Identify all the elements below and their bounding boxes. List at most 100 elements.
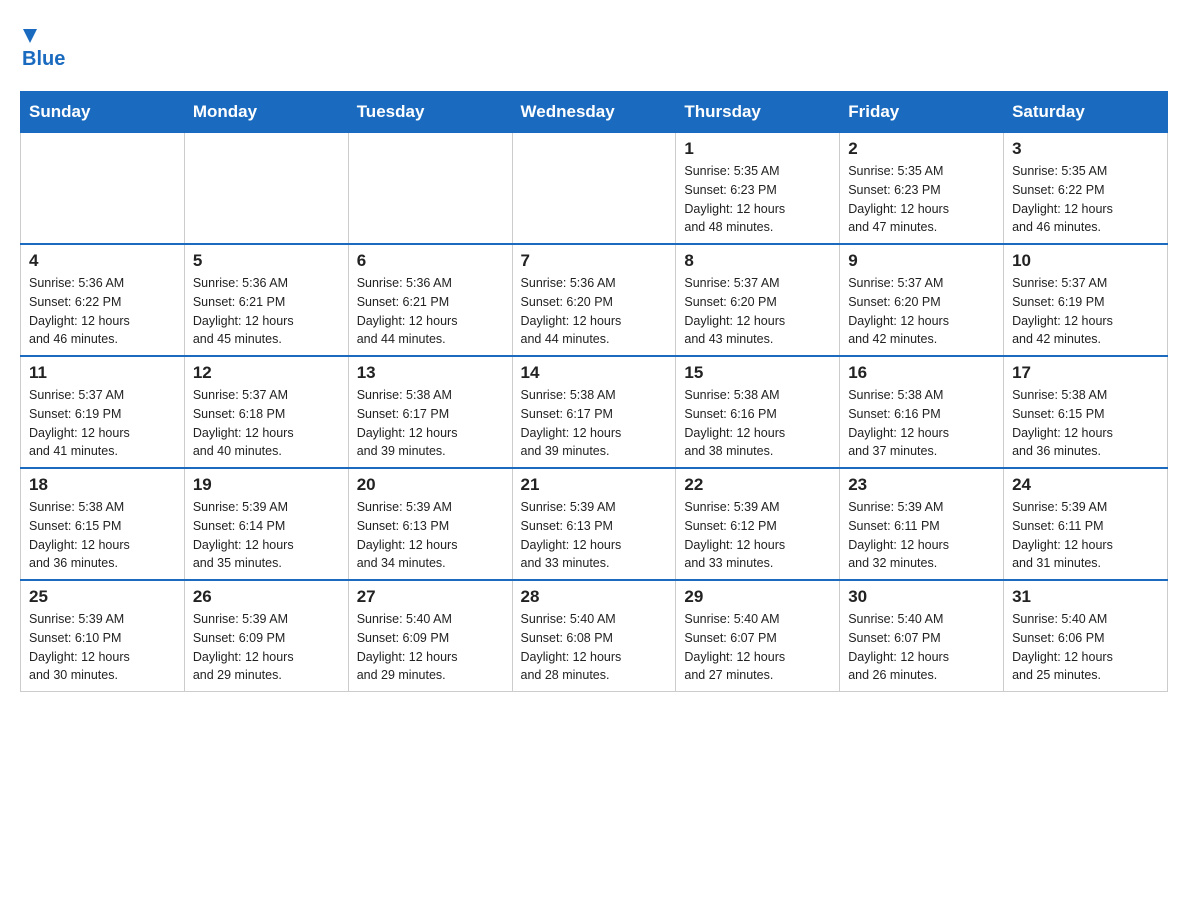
day-number: 17	[1012, 363, 1159, 383]
day-info: Sunrise: 5:37 AMSunset: 6:20 PMDaylight:…	[848, 274, 995, 349]
day-info: Sunrise: 5:38 AMSunset: 6:15 PMDaylight:…	[29, 498, 176, 573]
day-number: 8	[684, 251, 831, 271]
calendar-cell: 19 Sunrise: 5:39 AMSunset: 6:14 PMDayligh…	[184, 468, 348, 580]
calendar-table: SundayMondayTuesdayWednesdayThursdayFrid…	[20, 91, 1168, 692]
day-info: Sunrise: 5:40 AMSunset: 6:08 PMDaylight:…	[521, 610, 668, 685]
calendar-week-row: 25 Sunrise: 5:39 AMSunset: 6:10 PMDayligh…	[21, 580, 1168, 692]
day-number: 25	[29, 587, 176, 607]
day-number: 19	[193, 475, 340, 495]
weekday-header-wednesday: Wednesday	[512, 92, 676, 133]
calendar-cell: 23 Sunrise: 5:39 AMSunset: 6:11 PMDayligh…	[840, 468, 1004, 580]
calendar-cell: 11 Sunrise: 5:37 AMSunset: 6:19 PMDayligh…	[21, 356, 185, 468]
calendar-cell	[348, 133, 512, 245]
day-number: 18	[29, 475, 176, 495]
day-number: 10	[1012, 251, 1159, 271]
weekday-header-saturday: Saturday	[1004, 92, 1168, 133]
day-info: Sunrise: 5:39 AMSunset: 6:11 PMDaylight:…	[848, 498, 995, 573]
calendar-week-row: 1 Sunrise: 5:35 AMSunset: 6:23 PMDaylight…	[21, 133, 1168, 245]
day-info: Sunrise: 5:40 AMSunset: 6:07 PMDaylight:…	[848, 610, 995, 685]
day-number: 1	[684, 139, 831, 159]
calendar-cell: 5 Sunrise: 5:36 AMSunset: 6:21 PMDaylight…	[184, 244, 348, 356]
day-info: Sunrise: 5:40 AMSunset: 6:09 PMDaylight:…	[357, 610, 504, 685]
day-number: 26	[193, 587, 340, 607]
weekday-header-thursday: Thursday	[676, 92, 840, 133]
day-info: Sunrise: 5:39 AMSunset: 6:13 PMDaylight:…	[521, 498, 668, 573]
day-info: Sunrise: 5:39 AMSunset: 6:13 PMDaylight:…	[357, 498, 504, 573]
weekday-header-monday: Monday	[184, 92, 348, 133]
day-number: 20	[357, 475, 504, 495]
day-number: 3	[1012, 139, 1159, 159]
calendar-cell: 1 Sunrise: 5:35 AMSunset: 6:23 PMDaylight…	[676, 133, 840, 245]
calendar-body: 1 Sunrise: 5:35 AMSunset: 6:23 PMDaylight…	[21, 133, 1168, 692]
day-info: Sunrise: 5:37 AMSunset: 6:19 PMDaylight:…	[1012, 274, 1159, 349]
calendar-cell: 20 Sunrise: 5:39 AMSunset: 6:13 PMDayligh…	[348, 468, 512, 580]
page-header: Blue	[20, 20, 1168, 71]
calendar-cell: 25 Sunrise: 5:39 AMSunset: 6:10 PMDayligh…	[21, 580, 185, 692]
calendar-cell: 21 Sunrise: 5:39 AMSunset: 6:13 PMDayligh…	[512, 468, 676, 580]
day-info: Sunrise: 5:36 AMSunset: 6:20 PMDaylight:…	[521, 274, 668, 349]
day-number: 9	[848, 251, 995, 271]
calendar-cell: 4Sunrise: 5:36 AMSunset: 6:22 PMDaylight…	[21, 244, 185, 356]
day-info: Sunrise: 5:37 AMSunset: 6:19 PMDaylight:…	[29, 386, 176, 461]
day-number: 11	[29, 363, 176, 383]
day-info: Sunrise: 5:37 AMSunset: 6:18 PMDaylight:…	[193, 386, 340, 461]
calendar-cell: 17 Sunrise: 5:38 AMSunset: 6:15 PMDayligh…	[1004, 356, 1168, 468]
day-number: 5	[193, 251, 340, 271]
day-info: Sunrise: 5:39 AMSunset: 6:10 PMDaylight:…	[29, 610, 176, 685]
day-info: Sunrise: 5:35 AMSunset: 6:22 PMDaylight:…	[1012, 162, 1159, 237]
calendar-cell: 7 Sunrise: 5:36 AMSunset: 6:20 PMDaylight…	[512, 244, 676, 356]
day-info: Sunrise: 5:36 AMSunset: 6:21 PMDaylight:…	[357, 274, 504, 349]
day-info: Sunrise: 5:37 AMSunset: 6:20 PMDaylight:…	[684, 274, 831, 349]
day-info: Sunrise: 5:40 AMSunset: 6:06 PMDaylight:…	[1012, 610, 1159, 685]
calendar-cell: 24Sunrise: 5:39 AMSunset: 6:11 PMDayligh…	[1004, 468, 1168, 580]
weekday-header-row: SundayMondayTuesdayWednesdayThursdayFrid…	[21, 92, 1168, 133]
day-info: Sunrise: 5:38 AMSunset: 6:17 PMDaylight:…	[357, 386, 504, 461]
calendar-cell: 14Sunrise: 5:38 AMSunset: 6:17 PMDayligh…	[512, 356, 676, 468]
day-number: 21	[521, 475, 668, 495]
day-info: Sunrise: 5:38 AMSunset: 6:16 PMDaylight:…	[684, 386, 831, 461]
day-info: Sunrise: 5:39 AMSunset: 6:12 PMDaylight:…	[684, 498, 831, 573]
day-info: Sunrise: 5:39 AMSunset: 6:09 PMDaylight:…	[193, 610, 340, 685]
calendar-week-row: 4Sunrise: 5:36 AMSunset: 6:22 PMDaylight…	[21, 244, 1168, 356]
calendar-cell: 18 Sunrise: 5:38 AMSunset: 6:15 PMDayligh…	[21, 468, 185, 580]
day-number: 23	[848, 475, 995, 495]
day-info: Sunrise: 5:39 AMSunset: 6:14 PMDaylight:…	[193, 498, 340, 573]
calendar-cell	[512, 133, 676, 245]
weekday-header-friday: Friday	[840, 92, 1004, 133]
day-number: 12	[193, 363, 340, 383]
day-number: 28	[521, 587, 668, 607]
day-number: 4	[29, 251, 176, 271]
day-number: 24	[1012, 475, 1159, 495]
day-number: 22	[684, 475, 831, 495]
calendar-cell: 12 Sunrise: 5:37 AMSunset: 6:18 PMDayligh…	[184, 356, 348, 468]
day-info: Sunrise: 5:38 AMSunset: 6:16 PMDaylight:…	[848, 386, 995, 461]
calendar-week-row: 18 Sunrise: 5:38 AMSunset: 6:15 PMDayligh…	[21, 468, 1168, 580]
day-info: Sunrise: 5:35 AMSunset: 6:23 PMDaylight:…	[684, 162, 831, 237]
day-number: 7	[521, 251, 668, 271]
calendar-cell: 28 Sunrise: 5:40 AMSunset: 6:08 PMDayligh…	[512, 580, 676, 692]
calendar-cell: 10 Sunrise: 5:37 AMSunset: 6:19 PMDayligh…	[1004, 244, 1168, 356]
day-number: 31	[1012, 587, 1159, 607]
day-number: 2	[848, 139, 995, 159]
calendar-header: SundayMondayTuesdayWednesdayThursdayFrid…	[21, 92, 1168, 133]
calendar-cell: 26 Sunrise: 5:39 AMSunset: 6:09 PMDayligh…	[184, 580, 348, 692]
day-number: 13	[357, 363, 504, 383]
calendar-cell: 2 Sunrise: 5:35 AMSunset: 6:23 PMDaylight…	[840, 133, 1004, 245]
calendar-cell: 16Sunrise: 5:38 AMSunset: 6:16 PMDayligh…	[840, 356, 1004, 468]
calendar-cell	[184, 133, 348, 245]
calendar-week-row: 11 Sunrise: 5:37 AMSunset: 6:19 PMDayligh…	[21, 356, 1168, 468]
calendar-cell: 31 Sunrise: 5:40 AMSunset: 6:06 PMDayligh…	[1004, 580, 1168, 692]
day-number: 6	[357, 251, 504, 271]
day-info: Sunrise: 5:38 AMSunset: 6:15 PMDaylight:…	[1012, 386, 1159, 461]
weekday-header-sunday: Sunday	[21, 92, 185, 133]
day-number: 14	[521, 363, 668, 383]
day-info: Sunrise: 5:35 AMSunset: 6:23 PMDaylight:…	[848, 162, 995, 237]
calendar-cell: 6 Sunrise: 5:36 AMSunset: 6:21 PMDaylight…	[348, 244, 512, 356]
day-info: Sunrise: 5:36 AMSunset: 6:21 PMDaylight:…	[193, 274, 340, 349]
weekday-header-tuesday: Tuesday	[348, 92, 512, 133]
day-info: Sunrise: 5:40 AMSunset: 6:07 PMDaylight:…	[684, 610, 831, 685]
calendar-cell	[21, 133, 185, 245]
calendar-cell: 15Sunrise: 5:38 AMSunset: 6:16 PMDayligh…	[676, 356, 840, 468]
day-number: 29	[684, 587, 831, 607]
calendar-cell: 30Sunrise: 5:40 AMSunset: 6:07 PMDayligh…	[840, 580, 1004, 692]
